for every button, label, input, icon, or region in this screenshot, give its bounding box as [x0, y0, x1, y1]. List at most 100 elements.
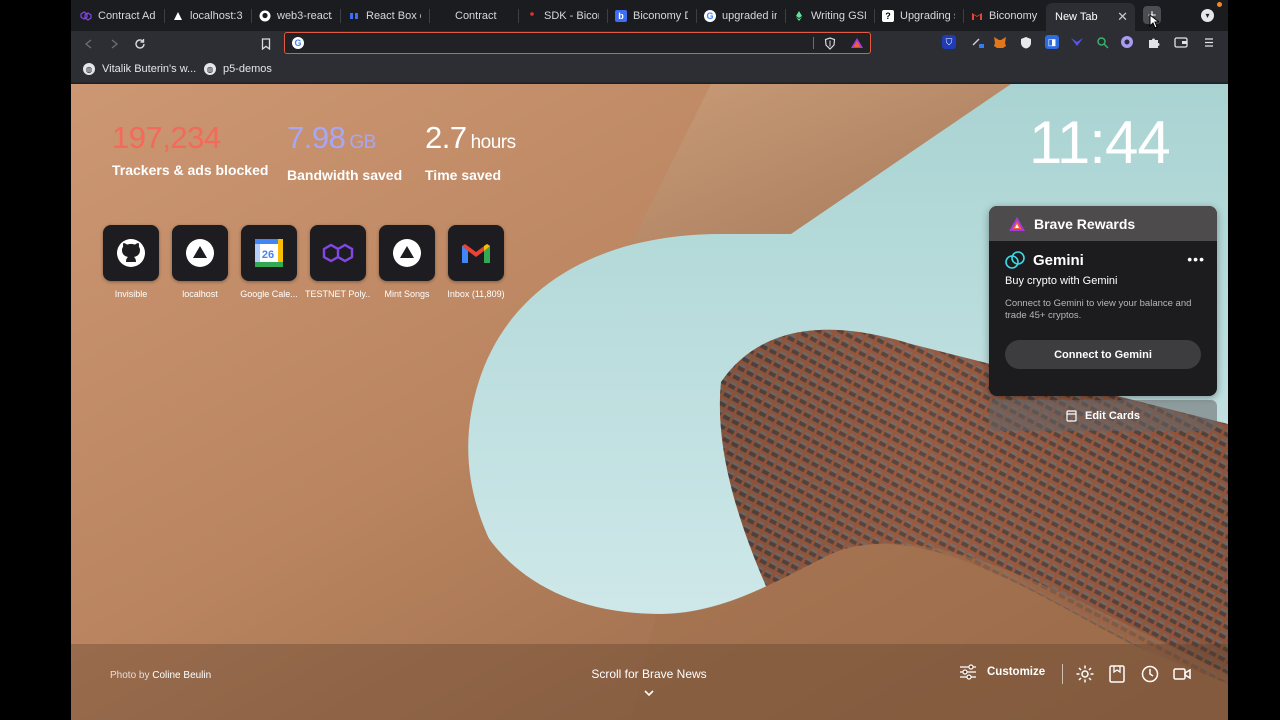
- site-label: TESTNET Poly...: [305, 289, 371, 299]
- bookmark-vitalik[interactable]: ◍ Vitalik Buterin's w...: [83, 63, 196, 75]
- address-bar[interactable]: G: [284, 32, 871, 54]
- top-site-inbox[interactable]: Inbox (11,809): [447, 225, 505, 299]
- tab-title: Writing GSN: [811, 10, 866, 22]
- tab-upgrading[interactable]: ? Upgrading s: [875, 4, 962, 28]
- tab-writing-gsn[interactable]: Writing GSN: [786, 4, 873, 28]
- biconomy-icon: b: [615, 10, 627, 22]
- github-icon: [259, 10, 271, 22]
- site-label: Invisible: [114, 289, 148, 299]
- customize-button[interactable]: Customize: [959, 664, 1045, 680]
- menu-icon[interactable]: [1202, 35, 1216, 49]
- gemini-title: Gemini: [1033, 251, 1084, 269]
- tab-title: Upgrading s: [900, 10, 955, 22]
- forward-button[interactable]: [105, 35, 123, 53]
- back-arrow-icon: [84, 39, 92, 49]
- notion-icon: ?: [882, 10, 894, 22]
- tab-contract[interactable]: Contract: [430, 4, 517, 28]
- stat-trackers: 197,234 Trackers & ads blocked: [112, 120, 268, 178]
- gemini-widget: Gemini ••• Buy crypto with Gemini Connec…: [989, 241, 1217, 379]
- bitwarden-extension-icon[interactable]: ◨: [1045, 35, 1059, 49]
- edit-cards-label: Edit Cards: [1084, 409, 1140, 422]
- red-dot-icon: [526, 10, 538, 22]
- stat-time: 2.7 hours Time saved: [425, 120, 516, 183]
- edit-cards-button[interactable]: Edit Cards: [989, 400, 1217, 431]
- connect-to-gemini-button[interactable]: Connect to Gemini: [1005, 340, 1201, 369]
- credit-name[interactable]: Coline Beulin: [152, 670, 211, 681]
- site-tile[interactable]: [310, 225, 366, 281]
- new-tab-page: 197,234 Trackers & ads blocked 7.98 GB Ba…: [71, 84, 1228, 720]
- trackers-label: Trackers & ads blocked: [112, 162, 269, 178]
- top-site-invisible[interactable]: Invisible: [102, 225, 160, 299]
- reload-button[interactable]: [131, 35, 149, 53]
- clock: 11:44: [1029, 109, 1171, 176]
- tab-search-button[interactable]: ▾: [1201, 9, 1214, 22]
- close-icon[interactable]: ✕: [1117, 9, 1128, 25]
- tab-title: web3-react/: [277, 10, 332, 22]
- time-unit: hours: [470, 132, 517, 153]
- top-site-mint-songs[interactable]: Mint Songs: [378, 225, 436, 299]
- top-site-testnet-polygon[interactable]: TESTNET Poly...: [305, 225, 371, 299]
- tab-title: New Tab: [1055, 11, 1098, 23]
- site-tile[interactable]: [448, 225, 504, 281]
- tab-sdk-biconomy[interactable]: SDK - Biconi: [519, 4, 606, 28]
- top-site-localhost[interactable]: localhost: [171, 225, 229, 299]
- rewards-title: Brave Rewards: [1034, 215, 1136, 232]
- tab-title: Biconomy En: [989, 10, 1039, 22]
- gmail-icon: [462, 244, 490, 263]
- customize-label: Customize: [987, 666, 1046, 678]
- puzzle-extensions-icon[interactable]: [1146, 35, 1160, 49]
- google-calendar-icon: 26: [255, 239, 283, 267]
- credit-prefix: Photo by: [110, 670, 150, 681]
- tab-localhost[interactable]: localhost:30: [165, 4, 250, 28]
- metamask-icon[interactable]: [993, 35, 1007, 49]
- tab-contract-address[interactable]: Contract Ad: [73, 4, 163, 28]
- google-icon: G: [704, 10, 716, 22]
- scroll-for-brave-news[interactable]: Scroll for Brave News: [541, 667, 757, 681]
- tab-title: SDK - Biconi: [544, 10, 599, 22]
- top-site-google-calendar[interactable]: 26 Google Cale...: [240, 225, 298, 299]
- extension-pen-icon[interactable]: [971, 35, 985, 49]
- tab-react-box[interactable]: React Box cc: [341, 4, 428, 28]
- omnibox-divider: [813, 37, 814, 49]
- shield-extension-icon[interactable]: [1019, 35, 1033, 49]
- tab-web3-react[interactable]: web3-react/: [252, 4, 339, 28]
- tab-biconomy-dashboard[interactable]: b Biconomy Da: [608, 4, 695, 28]
- bookmark-p5-demos[interactable]: ◍ p5-demos: [204, 63, 272, 75]
- settings-gear-icon[interactable]: [1075, 664, 1095, 684]
- forward-arrow-icon: [111, 39, 119, 49]
- wallet-icon[interactable]: [1174, 35, 1188, 49]
- more-options-icon[interactable]: •••: [1187, 251, 1205, 267]
- rewards-header[interactable]: Brave Rewards: [989, 206, 1217, 241]
- back-button[interactable]: [80, 35, 98, 53]
- url-input[interactable]: [309, 35, 809, 51]
- triangle-icon: [172, 10, 184, 22]
- history-icon[interactable]: [1140, 664, 1160, 684]
- cards-icon: [1066, 409, 1077, 422]
- uniswap-extension-icon[interactable]: [1070, 35, 1084, 49]
- gmail-icon: [971, 10, 983, 22]
- triangle-icon: [186, 239, 214, 267]
- time-label: Time saved: [425, 167, 502, 183]
- chevron-down-icon[interactable]: [643, 687, 655, 699]
- zoom-extension-icon[interactable]: [1095, 35, 1109, 49]
- bookmark-button[interactable]: [257, 35, 275, 53]
- site-tile[interactable]: [379, 225, 435, 281]
- photo-credit: Photo by Coline Beulin: [110, 670, 211, 681]
- site-tile[interactable]: 26: [241, 225, 297, 281]
- triangle-icon: [393, 239, 421, 267]
- brave-talk-video-icon[interactable]: [1172, 664, 1192, 684]
- bitwarden-icon[interactable]: ⛉: [942, 35, 956, 49]
- site-tile[interactable]: [103, 225, 159, 281]
- brave-shields-icon[interactable]: [823, 36, 837, 50]
- ethereum-icon: [793, 10, 805, 22]
- brave-rewards-icon[interactable]: [850, 36, 864, 50]
- stat-bandwidth: 7.98 GB Bandwidth saved: [287, 120, 402, 183]
- bookmarks-manager-icon[interactable]: [1107, 664, 1127, 684]
- tab-biconomy-en[interactable]: Biconomy En: [964, 4, 1046, 28]
- gemini-subtitle: Buy crypto with Gemini: [1005, 275, 1118, 287]
- tab-upgraded-int[interactable]: G upgraded int: [697, 4, 784, 28]
- site-tile[interactable]: [172, 225, 228, 281]
- loom-extension-icon[interactable]: [1120, 35, 1134, 49]
- cursor-icon: [1149, 14, 1159, 29]
- tab-new-tab[interactable]: New Tab ✕: [1046, 3, 1135, 31]
